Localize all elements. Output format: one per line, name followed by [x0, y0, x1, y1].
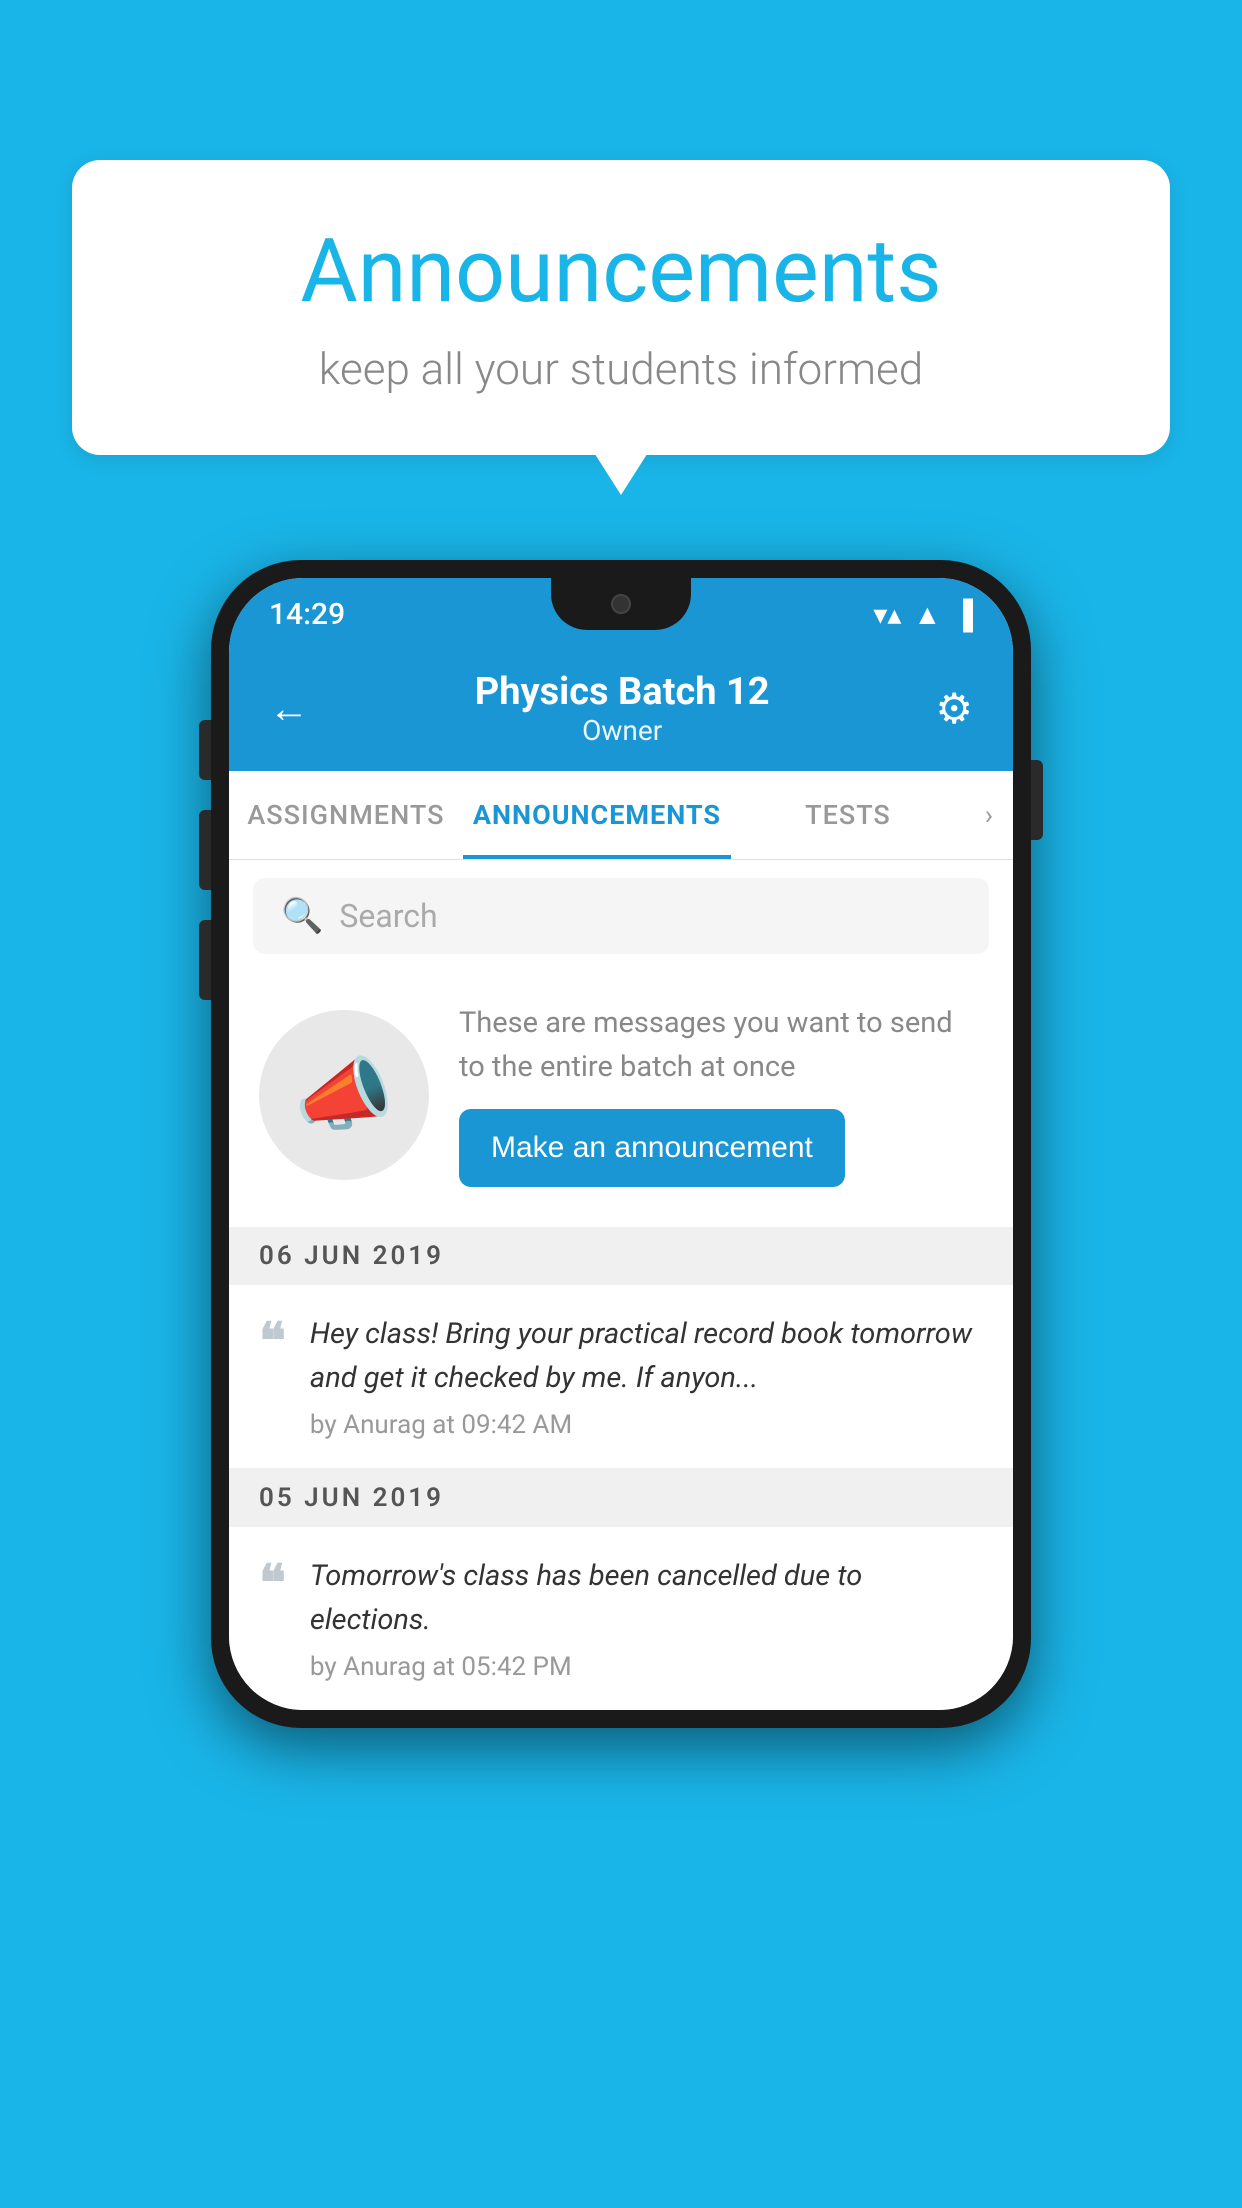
search-bar[interactable]: 🔍 Search: [253, 878, 989, 954]
tab-announcements[interactable]: ANNOUNCEMENTS: [463, 771, 731, 859]
phone-outer-frame: 14:29 ▾▴ ▲ ▐ ← Physics Batch 12 Owner ⚙: [211, 560, 1031, 1728]
announcement-item-2[interactable]: ❝ Tomorrow's class has been cancelled du…: [229, 1527, 1013, 1710]
date-separator-1: 06 JUN 2019: [229, 1227, 1013, 1285]
quote-icon-2: ❝: [259, 1559, 286, 1682]
tabs-bar: ASSIGNMENTS ANNOUNCEMENTS TESTS ›: [229, 771, 1013, 860]
mute-button: [199, 720, 211, 780]
notch: [551, 578, 691, 630]
status-icons: ▾▴ ▲ ▐: [873, 598, 973, 631]
phone-screen: 14:29 ▾▴ ▲ ▐ ← Physics Batch 12 Owner ⚙: [229, 578, 1013, 1710]
announcement-content-2: Tomorrow's class has been cancelled due …: [310, 1555, 983, 1682]
wifi-icon: ▾▴: [873, 598, 901, 631]
bubble-subtitle: keep all your students informed: [152, 343, 1090, 395]
search-icon: 🔍: [281, 896, 323, 936]
date-separator-2: 05 JUN 2019: [229, 1469, 1013, 1527]
make-announcement-button[interactable]: Make an announcement: [459, 1109, 845, 1187]
signal-icon: ▲: [913, 598, 941, 631]
app-header: ← Physics Batch 12 Owner ⚙: [229, 650, 1013, 771]
search-container: 🔍 Search: [229, 860, 1013, 972]
tab-tests[interactable]: TESTS: [731, 771, 965, 859]
volume-up-button: [199, 810, 211, 890]
date-label-1: 06 JUN 2019: [259, 1241, 444, 1271]
camera-dot: [611, 594, 631, 614]
announcement-text-2: Tomorrow's class has been cancelled due …: [310, 1555, 983, 1642]
header-subtitle: Owner: [475, 714, 770, 747]
search-input[interactable]: Search: [339, 897, 437, 935]
promo-icon-circle: 📣: [259, 1010, 429, 1180]
header-title: Physics Batch 12: [475, 670, 770, 714]
speech-bubble-section: Announcements keep all your students inf…: [72, 160, 1170, 455]
bubble-title: Announcements: [152, 220, 1090, 323]
megaphone-icon: 📣: [294, 1048, 394, 1142]
promo-block: 📣 These are messages you want to send to…: [229, 972, 1013, 1227]
back-button[interactable]: ←: [269, 685, 309, 732]
tab-more-button[interactable]: ›: [965, 771, 1013, 859]
tab-assignments[interactable]: ASSIGNMENTS: [229, 771, 463, 859]
announcement-meta-1: by Anurag at 09:42 AM: [310, 1410, 983, 1440]
volume-down-button: [199, 920, 211, 1000]
battery-icon: ▐: [953, 598, 973, 631]
promo-right: These are messages you want to send to t…: [459, 1002, 983, 1187]
date-label-2: 05 JUN 2019: [259, 1483, 444, 1513]
announcement-content-1: Hey class! Bring your practical record b…: [310, 1313, 983, 1440]
quote-icon-1: ❝: [259, 1317, 286, 1440]
phone-mockup: 14:29 ▾▴ ▲ ▐ ← Physics Batch 12 Owner ⚙: [211, 560, 1031, 1728]
settings-icon[interactable]: ⚙: [935, 684, 973, 734]
speech-bubble-card: Announcements keep all your students inf…: [72, 160, 1170, 455]
announcement-item-1[interactable]: ❝ Hey class! Bring your practical record…: [229, 1285, 1013, 1469]
power-button: [1031, 760, 1043, 840]
announcement-meta-2: by Anurag at 05:42 PM: [310, 1652, 983, 1682]
status-bar: 14:29 ▾▴ ▲ ▐: [229, 578, 1013, 650]
announcement-text-1: Hey class! Bring your practical record b…: [310, 1313, 983, 1400]
header-title-group: Physics Batch 12 Owner: [475, 670, 770, 747]
promo-description: These are messages you want to send to t…: [459, 1002, 983, 1089]
status-time: 14:29: [269, 597, 345, 632]
